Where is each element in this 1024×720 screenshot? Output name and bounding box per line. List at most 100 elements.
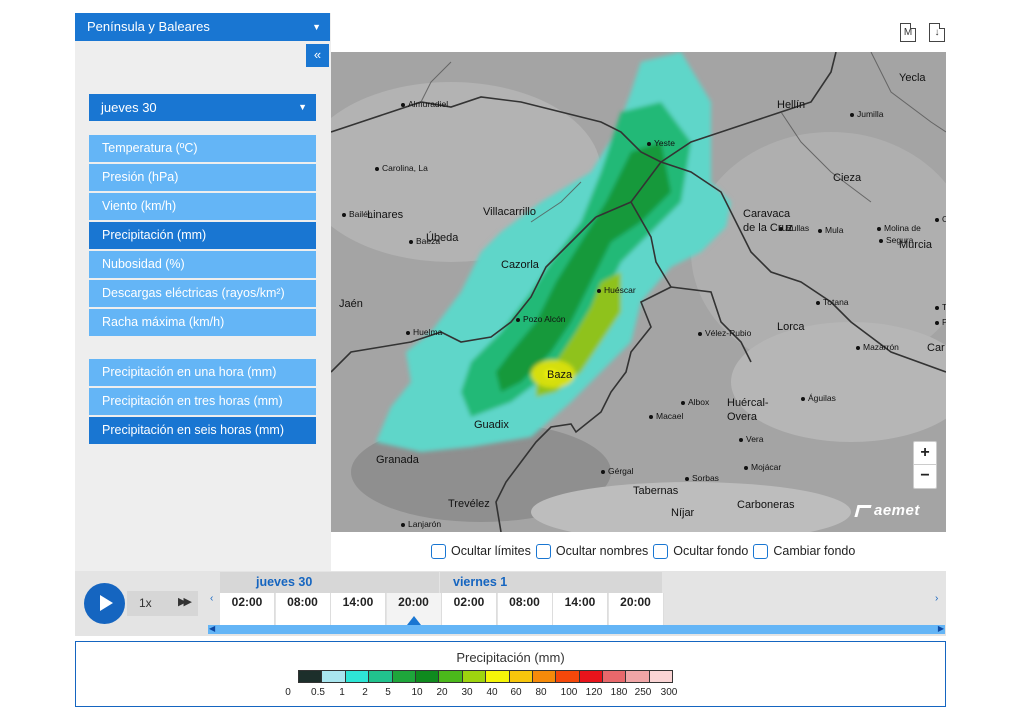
place-name: Villacarrillo: [483, 206, 536, 218]
variable-item[interactable]: Viento (km/h): [89, 193, 316, 220]
timeline-day-label: jueves 30: [256, 575, 313, 589]
place-label: Jaén: [339, 298, 363, 310]
timeline-next-arrow[interactable]: ›: [935, 593, 938, 604]
place-name: Carolina, La: [382, 163, 428, 173]
timeline-prev-arrow[interactable]: ‹: [210, 593, 213, 604]
m-file-icon[interactable]: M: [900, 23, 916, 42]
place-dot: [342, 212, 346, 217]
timeline-hour[interactable]: 20:00: [608, 593, 664, 625]
place-name: Macael: [656, 411, 684, 421]
legend-title: Precipitación (mm): [456, 650, 565, 665]
place-name: Gérgal: [608, 466, 634, 476]
accumulation-item[interactable]: Precipitación en una hora (mm): [89, 359, 316, 386]
legend-swatch: [555, 670, 580, 683]
variable-item[interactable]: Descargas eléctricas (rayos/km²): [89, 280, 316, 307]
timeline-hour[interactable]: 14:00: [331, 593, 386, 625]
toggle-label: Ocultar fondo: [673, 544, 749, 558]
variable-list: Temperatura (ºC) Presión (hPa) Viento (km/…: [89, 135, 316, 338]
timeline-scrollbar[interactable]: ◀ ▶: [208, 624, 945, 634]
place-label: Pozo Alcón: [516, 314, 566, 324]
place-name: Or: [942, 214, 946, 224]
timeline-day-label: viernes 1: [453, 575, 508, 589]
precipitation-legend: Precipitación (mm) 0 0.5 1 2 5 10 20 30 40 60 80 10…: [75, 641, 946, 707]
checkbox[interactable]: [431, 543, 446, 559]
toggle-option[interactable]: Cambiar fondo: [753, 541, 855, 561]
place-name: Albox: [688, 397, 710, 407]
place-dot: [935, 320, 939, 325]
toggle-option[interactable]: Ocultar fondo: [653, 541, 748, 561]
place-name: Granada: [376, 454, 419, 466]
accumulation-item[interactable]: Precipitación en seis horas (mm): [89, 417, 316, 444]
place-label: Baza: [547, 369, 572, 381]
place-label: Mula: [818, 225, 843, 235]
place-name: Guadix: [474, 419, 509, 431]
variable-item[interactable]: Temperatura (ºC): [89, 135, 316, 162]
legend-swatch: [368, 670, 393, 683]
place-name: Mula: [825, 225, 844, 235]
place-label: Macael: [649, 411, 683, 421]
checkbox[interactable]: [653, 543, 669, 559]
map-options: Ocultar límites Ocultar nombres Ocultar fo…: [431, 541, 855, 561]
place-label: Sorbas: [685, 473, 719, 483]
region-select-value: Península y Baleares: [87, 19, 210, 34]
collapse-sidebar-button[interactable]: «: [306, 44, 329, 67]
place-dot: [375, 166, 379, 171]
place-label: Hellín: [777, 99, 805, 111]
legend-tick: 0: [285, 687, 291, 698]
scroll-left-icon[interactable]: ◀: [209, 624, 215, 633]
place-dot: [818, 228, 822, 233]
place-dot: [816, 300, 820, 305]
toggle-option[interactable]: Ocultar límites: [431, 541, 531, 561]
variable-item[interactable]: Precipitación (mm): [89, 222, 316, 249]
play-button[interactable]: [84, 583, 125, 624]
variable-item[interactable]: Nubosidad (%): [89, 251, 316, 278]
scroll-right-icon[interactable]: ▶: [938, 624, 944, 633]
place-name: Mazarrón: [863, 342, 899, 352]
place-name: Sorbas: [692, 473, 719, 483]
speed-control[interactable]: 1x ▶▶: [127, 591, 198, 616]
place-dot: [401, 102, 405, 107]
legend-swatch: [461, 670, 487, 683]
place-dot: [406, 330, 410, 335]
timeline-hour[interactable]: 02:00: [220, 593, 275, 625]
region-select[interactable]: Península y Baleares ▼: [75, 13, 330, 41]
timeline-day-header: jueves 30: [220, 572, 439, 593]
precipitation-map[interactable]: Almuradiel Carolina, La Bailén Linares Baeza…: [331, 52, 946, 532]
place-label: Carolina, La: [375, 163, 428, 173]
timeline-hour[interactable]: 02:00: [442, 593, 497, 625]
place-label: Mojácar: [744, 462, 781, 472]
place-label: Cieza: [833, 172, 861, 184]
timeline-hour[interactable]: 08:00: [497, 593, 553, 625]
variable-item[interactable]: Racha máxima (km/h): [89, 309, 316, 336]
place-label: Huéscar: [597, 285, 636, 295]
place-label: Yeste: [647, 138, 675, 148]
place-name: Overa: [727, 411, 757, 423]
toggle-option[interactable]: Ocultar nombres: [535, 541, 648, 561]
place-dot: [647, 141, 651, 146]
place-name: Caravaca: [743, 208, 791, 220]
timeline-hour[interactable]: 08:00: [275, 593, 331, 625]
place-name: Almuradiel: [408, 99, 449, 109]
variable-item[interactable]: Presión (hPa): [89, 164, 316, 191]
legend-swatch: [625, 670, 650, 683]
place-label: Níjar: [671, 507, 694, 519]
place-label: Or: [935, 214, 946, 224]
place-dot: [877, 226, 881, 231]
accumulation-item[interactable]: Precipitación en tres horas (mm): [89, 388, 316, 415]
checkbox[interactable]: [535, 543, 551, 559]
checkbox[interactable]: [753, 543, 769, 559]
zoom-in-button[interactable]: +: [914, 442, 936, 465]
legend-swatch: [414, 670, 440, 683]
fast-forward-icon[interactable]: ▶▶: [178, 595, 192, 608]
toggle-label: Cambiar fondo: [773, 544, 856, 558]
place-name: Molina de: [884, 223, 921, 233]
accumulation-list: Precipitación en una hora (mm) Precipitac…: [89, 359, 316, 446]
place-label: Totana: [816, 297, 849, 307]
place-dot: [649, 414, 653, 419]
timeline-hour[interactable]: 14:00: [553, 593, 608, 625]
timeline-hour[interactable]: 20:00: [386, 593, 442, 625]
download-icon[interactable]: ↓: [929, 23, 945, 42]
day-select[interactable]: jueves 30 ▼: [89, 94, 316, 121]
zoom-out-button[interactable]: −: [914, 465, 936, 488]
timeline-day-header: viernes 1: [440, 572, 662, 593]
